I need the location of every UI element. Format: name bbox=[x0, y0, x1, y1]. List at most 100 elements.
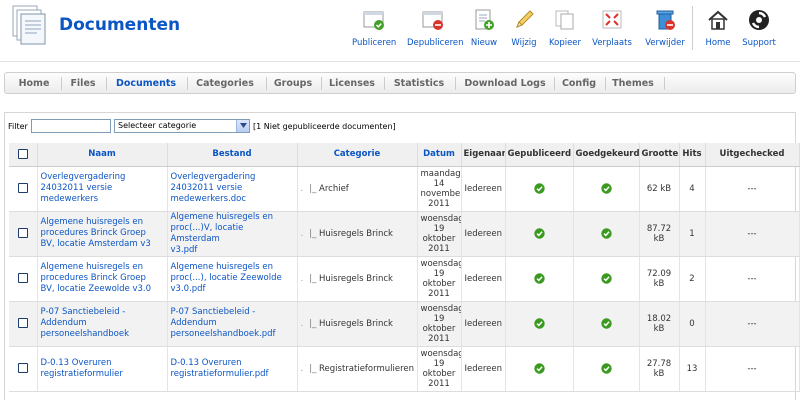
tab-groups[interactable]: Groups bbox=[269, 76, 317, 91]
tab-statistics[interactable]: Statistics bbox=[387, 76, 451, 91]
approved-cell bbox=[573, 346, 640, 392]
checked-out-cell: --- bbox=[705, 301, 800, 347]
tab-divider bbox=[605, 77, 606, 90]
tab-divider bbox=[321, 77, 322, 90]
hits-cell: 2 bbox=[679, 256, 706, 302]
document-file-link[interactable]: D-0.13 Overuren registratieformulier.pdf bbox=[167, 346, 298, 392]
checked-out-cell: --- bbox=[705, 166, 800, 212]
tab-files[interactable]: Files bbox=[64, 76, 102, 91]
row-checkbox[interactable] bbox=[17, 228, 28, 239]
row-checkbox[interactable] bbox=[17, 318, 28, 329]
publish-button[interactable]: Publiceren bbox=[352, 6, 396, 52]
home-button[interactable]: Home bbox=[700, 6, 736, 52]
published-check-icon[interactable] bbox=[533, 228, 545, 239]
document-file-link[interactable]: Overlegvergadering 24032011 versie medewer… bbox=[167, 166, 298, 212]
published-check-icon[interactable] bbox=[533, 363, 545, 374]
filter-label: Filter bbox=[8, 122, 28, 131]
approved-check-icon[interactable] bbox=[600, 363, 612, 374]
published-check-icon[interactable] bbox=[533, 183, 545, 194]
tab-download-logs[interactable]: Download Logs bbox=[458, 76, 552, 91]
tab-divider bbox=[266, 77, 267, 90]
row-checkbox[interactable] bbox=[17, 273, 28, 284]
published-cell bbox=[505, 256, 574, 302]
document-name-link[interactable]: D-0.13 Overuren registratieformulier bbox=[37, 346, 168, 392]
owner-cell: Iedereen bbox=[461, 301, 506, 347]
trash-icon bbox=[653, 8, 677, 32]
document-name-link[interactable]: P-07 Sanctiebeleid - Addendum personeelsha… bbox=[37, 301, 168, 347]
tab-home[interactable]: Home bbox=[13, 76, 55, 91]
owner-cell: Iedereen bbox=[461, 166, 506, 212]
column-header-hits: Hits bbox=[679, 143, 706, 167]
column-header-eigenaar: Eigenaar bbox=[461, 143, 506, 167]
tab-categories[interactable]: Categories bbox=[190, 76, 260, 91]
tab-licenses[interactable]: Licenses bbox=[324, 76, 380, 91]
row-checkbox[interactable] bbox=[17, 363, 28, 374]
document-file-link[interactable]: Algemene huisregels en proc(...)V, locati… bbox=[167, 211, 298, 257]
owner-cell: Iedereen bbox=[461, 211, 506, 257]
move-button[interactable]: Verplaats bbox=[592, 6, 632, 52]
document-file-link[interactable]: P-07 Sanctiebeleid - Addendum personeelsha… bbox=[167, 301, 298, 347]
support-button[interactable]: Support bbox=[740, 6, 778, 52]
column-header-uitgechecked: Uitgechecked bbox=[705, 143, 800, 167]
table-header-row: Naam Bestand Categorie Datum Eigenaar Ge… bbox=[9, 143, 800, 167]
row-select-cell bbox=[9, 301, 38, 347]
approved-check-icon[interactable] bbox=[600, 318, 612, 329]
column-header-naam[interactable]: Naam bbox=[37, 143, 168, 167]
tab-divider bbox=[106, 77, 107, 90]
date-cell: woensdag 19 oktober 2011 bbox=[417, 211, 462, 257]
tab-divider bbox=[61, 77, 62, 90]
chevron-down-icon[interactable] bbox=[236, 120, 249, 132]
document-name-link[interactable]: Algemene huisregels en procedures Brinck … bbox=[37, 211, 168, 257]
unpublished-count-note: [1 Niet gepubliceerde documenten] bbox=[253, 122, 396, 131]
copy-button[interactable]: Kopieer bbox=[546, 6, 584, 52]
row-select-cell bbox=[9, 346, 38, 392]
category-select[interactable]: Selecteer categorie bbox=[114, 119, 250, 133]
edit-button[interactable]: Wijzig bbox=[509, 6, 539, 52]
published-cell bbox=[505, 301, 574, 347]
date-cell: woensdag 19 oktober 2011 bbox=[417, 256, 462, 302]
row-checkbox[interactable] bbox=[17, 183, 28, 194]
tab-documents[interactable]: Documents bbox=[109, 76, 183, 91]
table-row: D-0.13 Overuren registratieformulier D-0.1… bbox=[9, 346, 800, 392]
published-cell bbox=[505, 166, 574, 212]
published-check-icon[interactable] bbox=[533, 318, 545, 329]
filter-input[interactable] bbox=[31, 119, 111, 133]
published-check-icon[interactable] bbox=[533, 273, 545, 284]
approved-check-icon[interactable] bbox=[600, 273, 612, 284]
column-header-goedgekeurd: Goedgekeurd bbox=[573, 143, 640, 167]
new-button[interactable]: Nieuw bbox=[468, 6, 500, 52]
delete-button[interactable]: Verwijder bbox=[644, 6, 686, 52]
column-header-categorie[interactable]: Categorie bbox=[297, 143, 418, 167]
unpublish-button[interactable]: Depubliceren bbox=[407, 6, 464, 52]
approved-check-icon[interactable] bbox=[600, 228, 612, 239]
document-name-link[interactable]: Algemene huisregels en procedures Brinck … bbox=[37, 256, 168, 302]
approved-check-icon[interactable] bbox=[600, 183, 612, 194]
category-cell: . |_ Huisregels Brinck bbox=[297, 256, 418, 302]
publish-icon bbox=[362, 8, 386, 32]
tab-config[interactable]: Config bbox=[557, 76, 601, 91]
size-cell: 18.02 kB bbox=[639, 301, 680, 347]
date-cell: woensdag 19 oktober 2011 bbox=[417, 346, 462, 392]
category-name: Huisregels Brinck bbox=[319, 228, 393, 239]
support-icon bbox=[747, 8, 771, 32]
tab-bar: Home Files Documents Categories Groups L… bbox=[4, 72, 796, 94]
tab-divider bbox=[384, 77, 385, 90]
tab-themes[interactable]: Themes bbox=[608, 76, 658, 91]
hits-cell: 13 bbox=[679, 346, 706, 392]
category-name: Huisregels Brinck bbox=[319, 273, 393, 284]
hits-cell: 4 bbox=[679, 166, 706, 212]
column-header-datum[interactable]: Datum bbox=[417, 143, 462, 167]
toolbar-divider bbox=[692, 6, 693, 50]
page-title: Documenten bbox=[59, 15, 181, 35]
tree-branch-icon: |_ bbox=[309, 273, 320, 284]
document-name-link[interactable]: Overlegvergadering 24032011 versie medewer… bbox=[37, 166, 168, 212]
date-cell: woensdag 19 oktober 2011 bbox=[417, 301, 462, 347]
size-cell: 62 kB bbox=[639, 166, 680, 212]
category-name: Archief bbox=[319, 183, 349, 194]
select-all-checkbox[interactable] bbox=[17, 149, 28, 159]
checked-out-cell: --- bbox=[705, 211, 800, 257]
checked-out-cell: --- bbox=[705, 346, 800, 392]
tree-dot-icon: . bbox=[300, 183, 304, 194]
column-header-bestand[interactable]: Bestand bbox=[167, 143, 298, 167]
document-file-link[interactable]: Algemene huisregels en proc(...), locatie… bbox=[167, 256, 298, 302]
